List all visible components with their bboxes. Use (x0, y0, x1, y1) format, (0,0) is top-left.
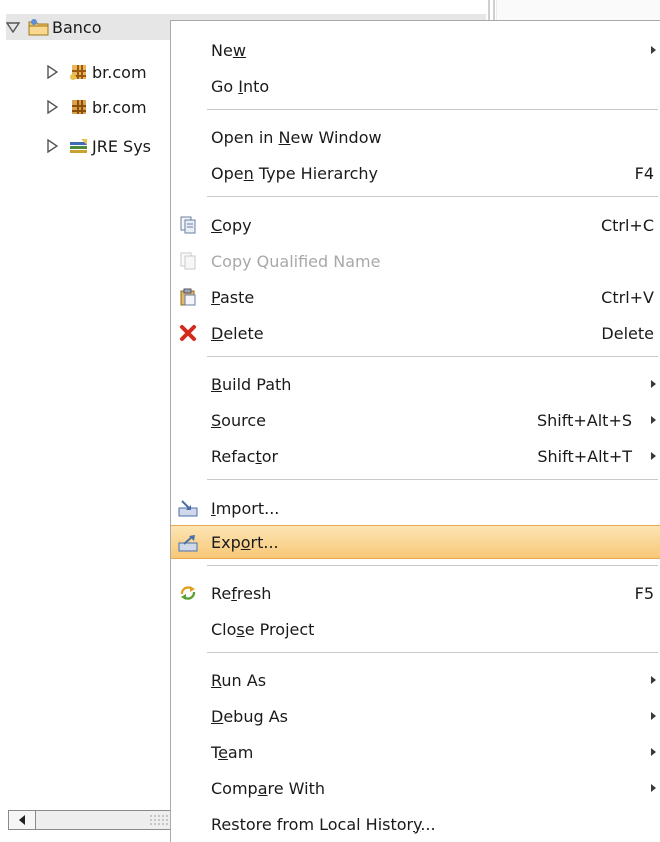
menu-item-refactor[interactable]: Refactor Shift+Alt+T (171, 439, 660, 473)
submenu-arrow-icon (651, 380, 656, 388)
package-icon (68, 97, 90, 117)
menu-item-run-as[interactable]: Run As (171, 663, 660, 697)
export-icon (177, 533, 199, 553)
menu-item-label: Copy (211, 215, 252, 235)
menu-item-build-path[interactable]: Build Path (171, 367, 660, 401)
shortcut-label: F5 (634, 583, 654, 603)
menu-item-label: Source (211, 410, 266, 430)
shortcut-label: Shift+Alt+T (537, 446, 632, 466)
menu-item-label: Export... (211, 532, 279, 552)
tree-item-package-2[interactable]: br.com (46, 94, 147, 120)
menu-item-label: Close Project (211, 619, 315, 639)
paste-icon (177, 287, 199, 307)
menu-item-restore-local-history[interactable]: Restore from Local History... (171, 807, 660, 841)
shortcut-label: F4 (634, 163, 654, 183)
menu-item-label: Open in New Window (211, 127, 382, 147)
tree-item-label: JRE Sys (92, 136, 151, 156)
menu-separator (207, 652, 658, 653)
submenu-arrow-icon (651, 676, 656, 684)
menu-item-debug-as[interactable]: Debug As (171, 699, 660, 733)
menu-item-label: Open Type Hierarchy (211, 163, 378, 183)
menu-separator (207, 109, 658, 110)
menu-separator (207, 565, 658, 566)
submenu-arrow-icon (651, 784, 656, 792)
menu-item-label: Build Path (211, 374, 292, 394)
submenu-arrow-icon (651, 416, 656, 424)
library-icon (68, 136, 90, 156)
scroll-left-button[interactable] (9, 811, 36, 829)
menu-separator (207, 196, 658, 197)
submenu-arrow-icon (651, 712, 656, 720)
menu-separator (207, 356, 658, 357)
menu-item-label: Go Into (211, 76, 270, 96)
submenu-arrow-icon (651, 748, 656, 756)
tree-item-label: br.com (92, 97, 147, 117)
menu-item-export[interactable]: Export... (171, 525, 660, 559)
menu-item-copy-qualified-name[interactable]: Copy Qualified Name (171, 244, 660, 278)
collapsed-triangle-icon[interactable] (46, 139, 68, 153)
shortcut-label: Delete (601, 323, 654, 343)
menu-item-compare-with[interactable]: Compare With (171, 771, 660, 805)
menu-item-source[interactable]: Source Shift+Alt+S (171, 403, 660, 437)
menu-item-paste[interactable]: Paste Ctrl+V (171, 280, 660, 314)
package-folder-icon (68, 62, 90, 82)
menu-item-open-type-hierarchy[interactable]: Open Type Hierarchy F4 (171, 156, 660, 190)
menu-item-label: Run As (211, 670, 267, 690)
copy-qualified-icon (177, 251, 199, 271)
delete-icon (177, 323, 199, 343)
context-menu: New Go Into Open in New Window Open Type… (170, 20, 660, 842)
shortcut-label: Ctrl+C (600, 215, 654, 235)
menu-item-team[interactable]: Team (171, 735, 660, 769)
menu-item-label: Compare With (211, 778, 325, 798)
menu-separator (207, 479, 658, 480)
horizontal-scrollbar[interactable] (8, 810, 188, 830)
menu-item-label: Restore from Local History... (211, 814, 436, 834)
java-project-folder-icon (28, 17, 50, 37)
menu-item-go-into[interactable]: Go Into (171, 69, 660, 103)
menu-item-label: Delete (211, 323, 264, 343)
refresh-icon (177, 583, 199, 603)
menu-item-label: New (211, 40, 246, 60)
collapsed-triangle-icon[interactable] (46, 65, 68, 79)
menu-item-copy[interactable]: Copy Ctrl+C (171, 208, 660, 242)
shortcut-label: Shift+Alt+S (537, 410, 632, 430)
menu-item-delete[interactable]: Delete Delete (171, 316, 660, 350)
submenu-arrow-icon (651, 46, 656, 54)
menu-item-new[interactable]: New (171, 33, 660, 67)
import-icon (177, 498, 199, 518)
menu-item-label: Team (211, 742, 254, 762)
menu-item-label: Refresh (211, 583, 272, 603)
menu-item-label: Import... (211, 498, 280, 518)
arrow-left-icon (19, 815, 25, 825)
copy-icon (177, 215, 199, 235)
menu-item-label: Paste (211, 287, 255, 307)
menu-item-import[interactable]: Import... (171, 491, 660, 525)
tree-item-label: Banco (52, 17, 102, 37)
menu-item-open-new-window[interactable]: Open in New Window (171, 120, 660, 154)
shortcut-label: Ctrl+V (601, 287, 654, 307)
menu-item-label: Copy Qualified Name (211, 251, 381, 271)
expanded-triangle-icon[interactable] (6, 21, 28, 33)
menu-item-label: Debug As (211, 706, 288, 726)
menu-item-label: Refactor (211, 446, 279, 466)
tree-item-package-1[interactable]: br.com (46, 59, 147, 85)
menu-item-close-project[interactable]: Close Project (171, 612, 660, 646)
collapsed-triangle-icon[interactable] (46, 100, 68, 114)
submenu-arrow-icon (651, 452, 656, 460)
menu-item-refresh[interactable]: Refresh F5 (171, 576, 660, 610)
tree-item-jre-library[interactable]: JRE Sys (46, 133, 151, 159)
tree-item-label: br.com (92, 62, 147, 82)
